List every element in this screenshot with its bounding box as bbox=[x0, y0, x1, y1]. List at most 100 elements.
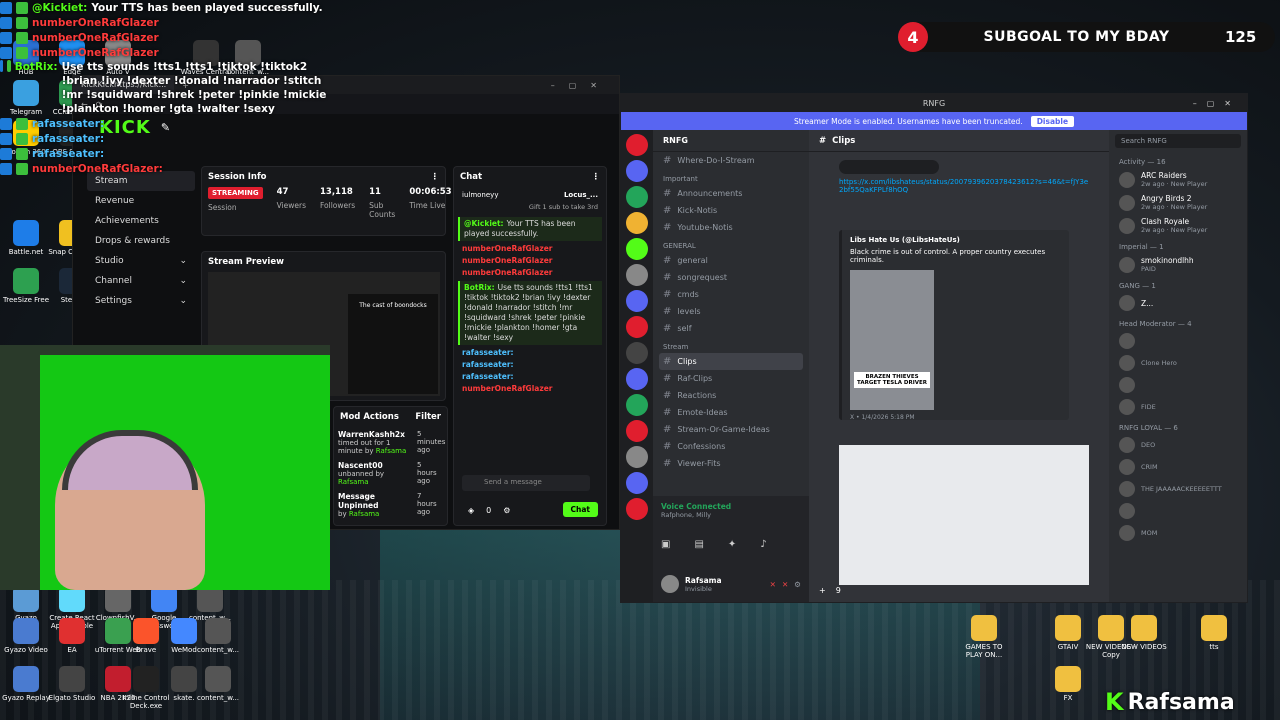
window-controls[interactable]: –▢✕ bbox=[551, 81, 619, 90]
channel-item[interactable]: # Clips bbox=[659, 353, 803, 370]
member-item[interactable]: Clone Hero bbox=[1109, 352, 1247, 374]
desktop-icon[interactable]: content_w... bbox=[192, 666, 244, 702]
chat-username[interactable]: numberOneRafGlazer bbox=[462, 268, 553, 277]
chat-username[interactable]: numberOneRafGlazer bbox=[462, 384, 553, 393]
member-item[interactable] bbox=[1109, 500, 1247, 522]
member-item[interactable] bbox=[1109, 374, 1247, 396]
channel-item[interactable]: # Raf-Clips bbox=[653, 370, 809, 387]
channel-item[interactable]: # songrequest bbox=[653, 269, 809, 286]
member-item[interactable]: Z... bbox=[1109, 292, 1247, 314]
chat-username[interactable]: rafasseater: bbox=[462, 360, 514, 369]
desktop-icon[interactable]: Elgato Studio bbox=[46, 666, 98, 702]
video-player-bar[interactable] bbox=[839, 160, 939, 174]
channel-category[interactable]: Stream bbox=[653, 337, 809, 353]
channel-item[interactable]: # Kick-Notis bbox=[653, 202, 809, 219]
server-icon[interactable] bbox=[626, 160, 648, 182]
sidebar-item-revenue[interactable]: Revenue bbox=[87, 191, 195, 211]
window-controls[interactable]: –▢✕ bbox=[1193, 99, 1241, 108]
chat-username[interactable]: BotRix: bbox=[464, 283, 495, 292]
chat-username[interactable]: @Kickiet: bbox=[464, 219, 504, 228]
server-icon[interactable] bbox=[626, 186, 648, 208]
server-icon[interactable] bbox=[626, 420, 648, 442]
chat-send-button[interactable]: Chat bbox=[562, 502, 598, 517]
server-icon[interactable] bbox=[626, 342, 648, 364]
desktop-icon[interactable]: FX bbox=[1042, 666, 1094, 702]
channel-item[interactable]: # Confessions bbox=[653, 438, 809, 455]
screen-share-icon[interactable]: ▤ bbox=[694, 539, 703, 550]
desktop-icon[interactable]: Gyazo Video bbox=[0, 618, 52, 654]
channel-category[interactable]: Important bbox=[653, 169, 809, 185]
server-icon[interactable] bbox=[626, 446, 648, 468]
desktop-icon[interactable]: Gyazo Replay bbox=[0, 666, 52, 702]
sidebar-item-drops[interactable]: Drops & rewards bbox=[87, 231, 195, 251]
member-item[interactable]: MOM bbox=[1109, 522, 1247, 544]
channel-item[interactable]: # levels bbox=[653, 303, 809, 320]
server-icon[interactable] bbox=[626, 212, 648, 234]
message-link[interactable]: https://x.com/libshateus/status/20079396… bbox=[839, 178, 1089, 194]
desktop-icon[interactable]: NEW VIDEOS bbox=[1118, 615, 1170, 651]
member-item[interactable]: THE JAAAAACKEEEEETTT bbox=[1109, 478, 1247, 500]
search-box[interactable]: Search RNFG bbox=[1109, 130, 1247, 152]
mute-icon[interactable]: ✕ bbox=[770, 580, 776, 589]
server-icon[interactable] bbox=[626, 394, 648, 416]
sidebar-item-achievements[interactable]: Achievements bbox=[87, 211, 195, 231]
channel-item[interactable]: # Announcements bbox=[653, 185, 809, 202]
add-icon[interactable]: + bbox=[819, 586, 826, 595]
channel-item[interactable]: # self bbox=[653, 320, 809, 337]
sidebar-item-channel[interactable]: Channel ⌄ bbox=[87, 271, 195, 291]
chat-input[interactable]: Send a message bbox=[462, 475, 590, 491]
member-item[interactable]: CRIM bbox=[1109, 456, 1247, 478]
desktop-icon[interactable]: TreeSize Free bbox=[0, 268, 52, 304]
member-item[interactable]: ARC Raiders 2w ago · New Player bbox=[1109, 168, 1247, 191]
desktop-icon[interactable]: content_w... bbox=[192, 618, 244, 654]
embed-image[interactable]: BRAZEN THIEVES TARGET TESLA DRIVER bbox=[850, 270, 934, 410]
search-input[interactable]: Search RNFG bbox=[1115, 134, 1241, 148]
member-item[interactable]: smokinondlhh PAID bbox=[1109, 253, 1247, 276]
gear-icon[interactable]: ⚙ bbox=[794, 580, 801, 589]
avatar[interactable] bbox=[661, 575, 679, 593]
settings-icon[interactable]: ⚙ bbox=[503, 506, 510, 515]
chat-username[interactable]: rafasseater: bbox=[462, 348, 514, 357]
desktop-icon[interactable]: GAMES TO PLAY ON... bbox=[958, 615, 1010, 659]
desktop-icon[interactable]: tts bbox=[1188, 615, 1240, 651]
more-icon[interactable]: ⋮ bbox=[592, 172, 601, 182]
server-icon[interactable] bbox=[626, 134, 648, 156]
server-name[interactable]: RNFG bbox=[653, 130, 809, 152]
channel-item[interactable]: # Emote-Ideas bbox=[653, 404, 809, 421]
video-icon[interactable]: ▣ bbox=[661, 539, 670, 550]
chat-username[interactable]: numberOneRafGlazer bbox=[462, 256, 553, 265]
desktop-icon[interactable]: EA bbox=[46, 618, 98, 654]
channel-item[interactable]: # cmds bbox=[653, 286, 809, 303]
sidebar-item-settings[interactable]: Settings ⌄ bbox=[87, 291, 195, 311]
member-item[interactable]: Angry Birds 2 2w ago · New Player bbox=[1109, 191, 1247, 214]
server-icon[interactable] bbox=[626, 238, 648, 260]
member-item[interactable]: Clash Royale 2w ago · New Player bbox=[1109, 214, 1247, 237]
channel-item[interactable]: # Reactions bbox=[653, 387, 809, 404]
more-icon[interactable]: ⋮ bbox=[431, 172, 440, 182]
server-icon[interactable] bbox=[626, 498, 648, 520]
soundboard-icon[interactable]: ♪ bbox=[760, 539, 766, 550]
channel-item[interactable]: # Viewer-Fits bbox=[653, 455, 809, 472]
channel-item[interactable]: # general bbox=[653, 252, 809, 269]
channel-item[interactable]: # Where-Do-I-Stream bbox=[653, 152, 809, 169]
message-input-bar[interactable]: +9 bbox=[809, 578, 1109, 602]
disable-button[interactable]: Disable bbox=[1030, 115, 1075, 127]
desktop-icon[interactable]: Battle.net bbox=[0, 220, 52, 256]
channel-item[interactable]: # Stream-Or-Game-Ideas bbox=[653, 421, 809, 438]
server-icon[interactable] bbox=[626, 316, 648, 338]
attached-screenshot[interactable] bbox=[839, 445, 1089, 585]
server-icon[interactable] bbox=[626, 264, 648, 286]
desktop-icon[interactable]: content_w... bbox=[184, 586, 236, 622]
points-icon[interactable]: ◈ bbox=[468, 506, 474, 515]
channel-category[interactable]: GENERAL bbox=[653, 236, 809, 252]
desktop-icon[interactable]: ClownfishV... bbox=[92, 586, 144, 622]
member-item[interactable] bbox=[1109, 330, 1247, 352]
chat-username[interactable]: numberOneRafGlazer bbox=[462, 244, 553, 253]
sidebar-item-studio[interactable]: Studio ⌄ bbox=[87, 251, 195, 271]
member-item[interactable]: FIDE bbox=[1109, 396, 1247, 418]
member-item[interactable]: DEO bbox=[1109, 434, 1247, 456]
chat-username[interactable]: rafasseater: bbox=[462, 372, 514, 381]
desktop-icon[interactable]: Gyazo bbox=[0, 586, 52, 622]
server-icon[interactable] bbox=[626, 368, 648, 390]
server-icon[interactable] bbox=[626, 472, 648, 494]
